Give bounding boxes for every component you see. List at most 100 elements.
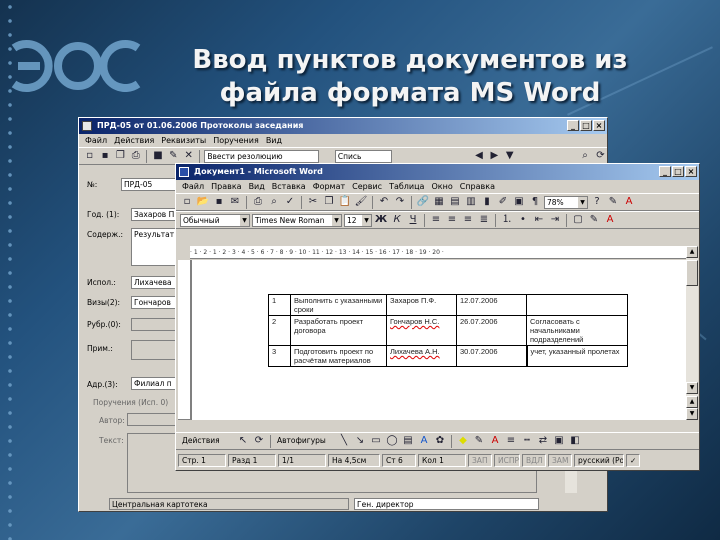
word-vertical-scrollbar[interactable]: ▲ ▼ ▲ ▼ [686,246,698,420]
help-icon[interactable]: ? [590,195,604,209]
table-cell[interactable]: Лихачева А.Н. [386,345,457,367]
menu-window[interactable]: Окно [431,180,452,193]
table-row[interactable]: 2 Разработать проект договора Гончаров Н… [268,315,628,346]
table-cell[interactable]: Разработать проект договора [290,315,387,346]
list-combo[interactable]: Спись [334,149,393,163]
hyperlink-icon[interactable]: 🔗 [416,195,430,209]
increase-indent-icon[interactable]: ⇥ [548,213,562,227]
minimize-button[interactable]: _ [659,166,671,177]
zoom-select[interactable]: 78% ▼ [544,195,588,209]
menu-tools[interactable]: Сервис [352,180,382,193]
resolution-combo[interactable]: Ввести резолюцию [204,149,319,163]
highlight-icon[interactable]: ✎ [606,195,620,209]
spelling-status-icon[interactable]: ✓ [626,454,640,467]
redo-icon[interactable]: ↷ [393,195,407,209]
status-rec[interactable]: ЗАП [468,454,492,467]
minimize-button[interactable]: _ [567,120,579,131]
status-ovr[interactable]: ЗАМ [548,454,572,467]
table-cell[interactable]: Захаров П.Ф. [386,294,457,316]
justify-icon[interactable]: ≣ [477,213,491,227]
menu-actions[interactable]: Действия [114,134,154,147]
paste-icon[interactable]: 📋 [338,195,352,209]
format-painter-icon[interactable]: 🖌 [354,195,368,209]
scroll-down-icon[interactable]: ▼ [686,382,698,394]
new-icon[interactable]: ▫ [83,149,96,163]
autoshapes-button[interactable]: Автофигуры [275,435,335,448]
draw-actions-button[interactable]: Действия [180,435,234,448]
select-objects-icon[interactable]: ↖ [236,434,250,448]
new-document-icon[interactable]: ▫ [180,195,194,209]
status-trk[interactable]: ИСПР [494,454,520,467]
rectangle-icon[interactable]: ▭ [369,434,383,448]
autor-field[interactable] [127,413,176,426]
tables-icon[interactable]: ▦ [432,195,446,209]
numbering-icon[interactable]: ⒈ [500,213,514,227]
menu-help[interactable]: Справка [460,180,495,193]
search-icon[interactable]: ⌕ [578,149,591,163]
oval-icon[interactable]: ◯ [385,434,399,448]
fill-color-icon[interactable]: ◆ [456,434,470,448]
font-color-icon[interactable]: A [622,195,636,209]
save-icon[interactable]: ▪ [212,195,226,209]
maximize-button[interactable]: □ [580,120,592,131]
close-button[interactable]: × [593,120,605,131]
addr-field[interactable]: Филиал п [131,377,176,390]
copy-icon[interactable]: ❐ [114,149,127,163]
status-ext[interactable]: ВДЛ [522,454,546,467]
font-color-icon[interactable]: A [488,434,502,448]
rotate-icon[interactable]: ⟳ [252,434,266,448]
shadow-icon[interactable]: ▣ [552,434,566,448]
table-cell[interactable]: учет, указанный пролетах [525,345,628,367]
print-icon[interactable]: ⎙ [251,195,265,209]
stop-icon[interactable]: ■ [151,149,164,163]
scroll-up-icon[interactable]: ▲ [686,246,698,258]
table-cell[interactable] [526,294,628,316]
excel-icon[interactable]: ▥ [464,195,478,209]
columns-icon[interactable]: ▮ [480,195,494,209]
print-icon[interactable]: ⎙ [129,149,142,163]
bullets-icon[interactable]: • [516,213,530,227]
menu-orders[interactable]: Поручения [213,134,259,147]
cut-icon[interactable]: ✂ [306,195,320,209]
document-table[interactable]: 1 Выполнить с указанными сроки Захаров П… [268,294,628,367]
undo-icon[interactable]: ↶ [377,195,391,209]
page[interactable]: 1 Выполнить с указанными сроки Захаров П… [192,260,686,420]
table-cell[interactable]: Гончаров Н.С. [386,315,457,346]
table-cell[interactable]: Выполнить с указанными сроки [290,294,387,316]
dash-style-icon[interactable]: ┅ [520,434,534,448]
menu-table[interactable]: Таблица [389,180,424,193]
spelling-icon[interactable]: ✓ [283,195,297,209]
note-field[interactable] [131,340,176,360]
menu-file[interactable]: Файл [85,134,107,147]
drawing-icon[interactable]: ✐ [496,195,510,209]
copy-icon[interactable]: ❐ [322,195,336,209]
arrow-icon[interactable]: ↘ [353,434,367,448]
3d-icon[interactable]: ◧ [568,434,582,448]
line-icon[interactable]: ╲ [337,434,351,448]
edit-icon[interactable]: ✎ [167,149,180,163]
textbox-icon[interactable]: ▤ [401,434,415,448]
sign-field[interactable]: Гончаров [131,296,176,309]
size-select[interactable]: 12 ▼ [344,213,372,227]
table-cell[interactable]: 3 [268,345,291,367]
table-row[interactable]: 1 Выполнить с указанными сроки Захаров П… [268,294,628,316]
table-cell[interactable]: 26.07.2006 [456,315,527,346]
email-icon[interactable]: ✉ [228,195,242,209]
menu-requisites[interactable]: Реквизиты [161,134,206,147]
table-cell[interactable]: Подготовить проект по расчётам материало… [290,345,387,367]
delete-icon[interactable]: ✕ [182,149,195,163]
save-icon[interactable]: ▪ [98,149,111,163]
line-style-icon[interactable]: ≡ [504,434,518,448]
docmap-icon[interactable]: ▣ [512,195,526,209]
font-color-icon[interactable]: A [603,213,617,227]
arrow-right-icon[interactable]: ▶ [488,149,501,163]
author-field[interactable]: Лихачева [131,276,176,289]
arrow-style-icon[interactable]: ⇄ [536,434,550,448]
content-field[interactable]: Результат [131,228,176,266]
number-field[interactable]: ПРД-05 [121,178,176,191]
scroll-thumb[interactable] [686,260,698,286]
arrow-down-icon[interactable]: ▼ [503,149,516,163]
table-cell[interactable]: 1 [268,294,291,316]
bold-icon[interactable]: Ж [374,213,388,227]
clipart-icon[interactable]: ✿ [433,434,447,448]
